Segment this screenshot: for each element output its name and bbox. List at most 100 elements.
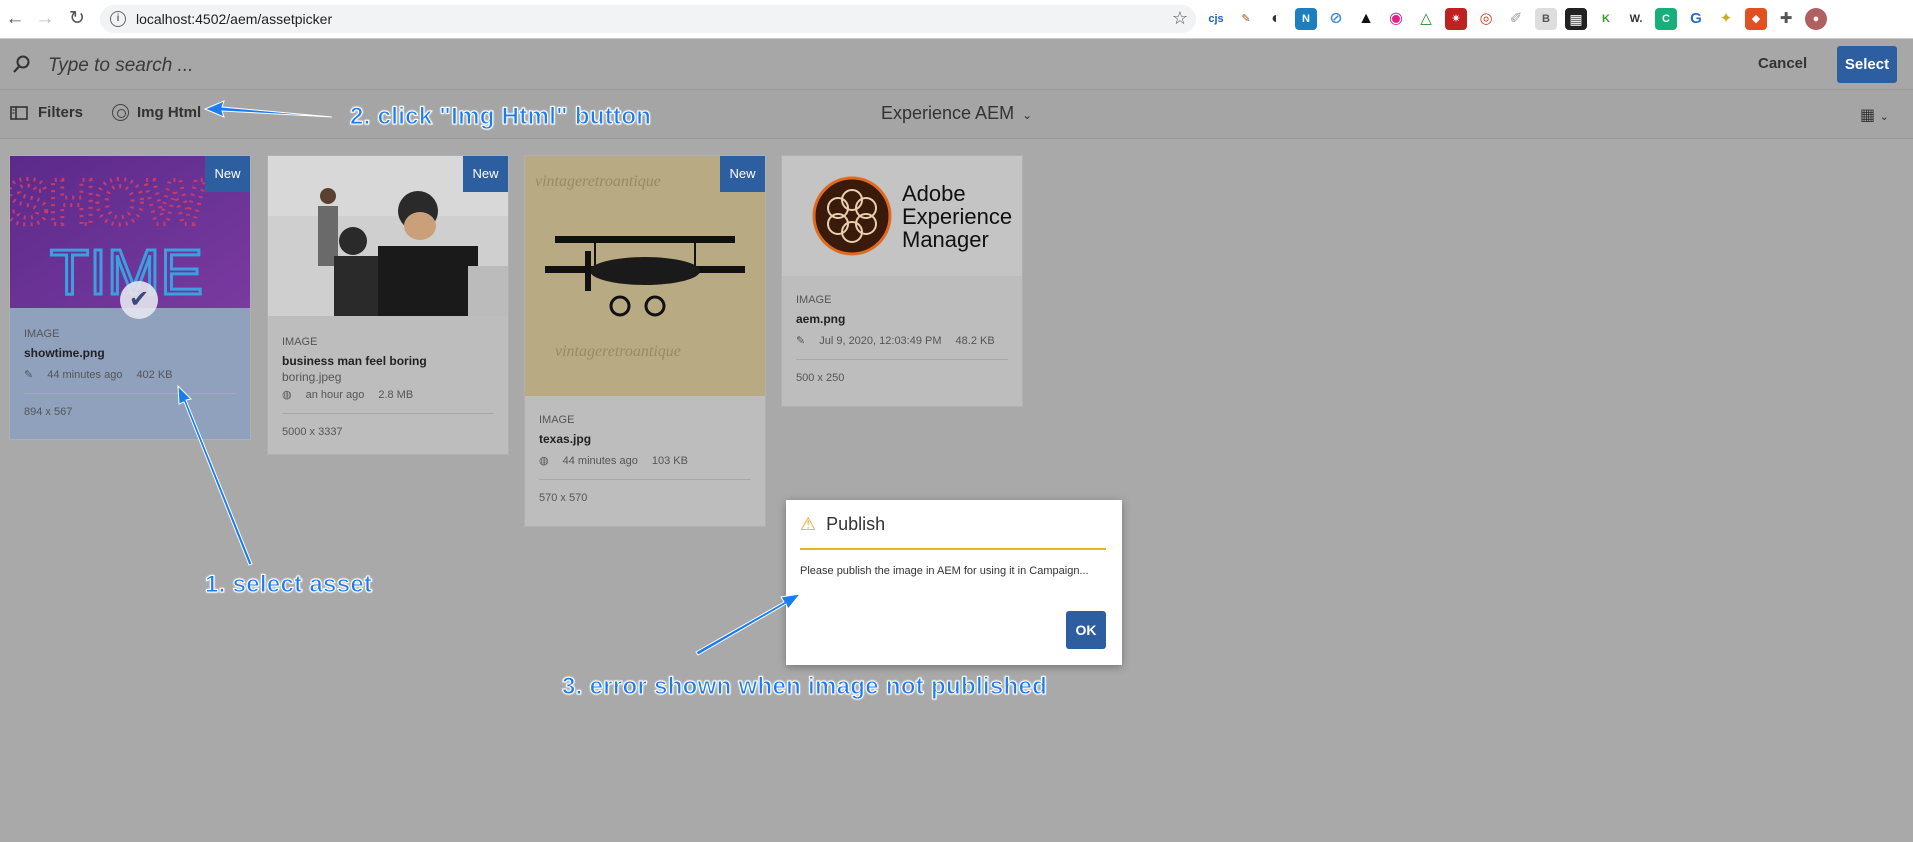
asset-modified: 44 minutes ago — [562, 454, 638, 467]
g-extension-icon[interactable]: G — [1685, 8, 1707, 30]
filters-button[interactable]: Filters — [10, 104, 83, 121]
asset-toolbar: Filters Img Html Experience AEM ⌄ ▦ ⌄ — [0, 90, 1913, 139]
asset-modified: Jul 9, 2020, 12:03:49 PM — [819, 334, 942, 347]
arrow-to-dialog — [695, 593, 802, 656]
svg-text:SHOW: SHOW — [10, 166, 206, 238]
url-text: localhost:4502/aem/assetpicker — [136, 11, 333, 27]
asset-dimensions: 570 x 570 — [539, 479, 751, 504]
forward-icon[interactable]: → — [34, 8, 56, 30]
n-extension-icon[interactable]: N — [1295, 8, 1317, 30]
asset-type: IMAGE — [796, 294, 832, 306]
logo-line: Manager — [902, 227, 989, 252]
search-input[interactable] — [46, 52, 850, 80]
reload-icon[interactable]: ↻ — [66, 8, 88, 30]
cjs-extension-icon[interactable]: cjs — [1205, 8, 1227, 30]
fox-extension-icon[interactable]: ◆ — [1745, 8, 1767, 30]
publish-dialog: ⚠ Publish Please publish the image in AE… — [786, 500, 1122, 665]
asset-dimensions: 500 x 250 — [796, 359, 1008, 384]
dialog-header: ⚠ Publish — [800, 514, 1106, 550]
hat-extension-icon[interactable]: ▲ — [1355, 8, 1377, 30]
svg-text:vintageretroantique: vintageretroantique — [535, 173, 661, 190]
b-extension-icon[interactable]: B — [1535, 8, 1557, 30]
search-icon — [13, 55, 30, 73]
asset-card-texas[interactable]: vintageretroantique vintageretroantique … — [524, 155, 766, 527]
asset-name: aem.png — [796, 312, 846, 326]
puzzle-extension-icon[interactable]: ✚ — [1775, 8, 1797, 30]
triangle-extension-icon[interactable]: △ — [1415, 8, 1437, 30]
pencil-icon: ✎ — [24, 369, 34, 381]
idea-extension-icon[interactable]: ✦ — [1715, 8, 1737, 30]
logo-line: Adobe — [902, 181, 966, 206]
asset-meta: IMAGE texas.jpg ◍ 44 minutes ago 103 KB … — [539, 414, 751, 504]
asset-info: ◍ an hour ago 2.8 MB — [282, 388, 494, 402]
asset-name: texas.jpg — [539, 432, 592, 446]
bookmark-star-icon[interactable]: ☆ — [1172, 8, 1188, 29]
img-html-label: Img Html — [137, 104, 202, 121]
w-extension-icon[interactable]: W. — [1625, 8, 1647, 30]
asset-type: IMAGE — [24, 328, 60, 340]
grid-extension-icon[interactable]: ▦ — [1565, 8, 1587, 30]
warning-icon: ⚠ — [800, 514, 817, 534]
select-button[interactable]: Select — [1837, 46, 1897, 83]
c-extension-icon[interactable]: C — [1655, 8, 1677, 30]
annotation-step3: 3. error shown when image not published — [561, 673, 1048, 701]
context-label: Experience AEM — [881, 103, 1015, 123]
back-icon[interactable]: ← — [4, 8, 26, 30]
pen-extension-icon[interactable]: ✎ — [1235, 8, 1257, 30]
asset-meta: IMAGE showtime.png ✎ 44 minutes ago 402 … — [24, 328, 236, 418]
asset-info: ✎ 44 minutes ago 402 KB — [24, 368, 236, 382]
circle-extension-icon[interactable]: ◐ — [1265, 8, 1287, 30]
new-badge: New — [720, 156, 765, 192]
asset-modified: 44 minutes ago — [47, 368, 123, 381]
dialog-message: Please publish the image in AEM for usin… — [800, 565, 1089, 577]
annotation-step2: 2. click "Img Html" button — [349, 103, 652, 131]
context-switcher[interactable]: Experience AEM ⌄ — [881, 103, 1032, 124]
info-icon[interactable]: i — [110, 11, 126, 27]
dialog-title: Publish — [826, 514, 886, 534]
asset-info: ◍ 44 minutes ago 103 KB — [539, 454, 751, 468]
svg-text:vintageretroantique: vintageretroantique — [555, 343, 681, 360]
avatar[interactable]: ● — [1805, 8, 1827, 30]
logo-line: Experience — [902, 204, 1013, 229]
record-extension-icon[interactable]: ◎ — [1475, 8, 1497, 30]
img-html-icon — [112, 104, 129, 121]
k-extension-icon[interactable]: K — [1595, 8, 1617, 30]
pen2-extension-icon[interactable]: ✐ — [1505, 8, 1527, 30]
new-badge: New — [463, 156, 508, 192]
checkmark-icon: ✔ — [120, 281, 158, 319]
grid-view-icon: ▦ — [1860, 107, 1876, 124]
asset-size: 2.8 MB — [378, 388, 414, 401]
browser-bar: ← → ↻ i localhost:4502/aem/assetpicker ☆… — [0, 0, 1913, 39]
cancel-button[interactable]: Cancel — [1758, 55, 1807, 72]
asset-type: IMAGE — [539, 414, 575, 426]
address-bar[interactable]: i localhost:4502/aem/assetpicker ☆ — [100, 5, 1196, 33]
asset-size: 48.2 KB — [955, 334, 995, 347]
asset-dimensions: 894 x 567 — [24, 393, 236, 418]
view-switcher[interactable]: ▦ ⌄ — [1860, 105, 1889, 125]
asset-modified: an hour ago — [305, 388, 365, 401]
asset-name: showtime.png — [24, 346, 105, 360]
shield-extension-icon[interactable]: ⊘ — [1325, 8, 1347, 30]
eye-extension-icon[interactable]: ◉ — [1385, 8, 1407, 30]
globe-icon: ◍ — [539, 455, 549, 467]
asset-size: 103 KB — [651, 454, 688, 467]
asset-card-boring[interactable]: New IMAGE business man feel boring borin… — [267, 155, 509, 455]
img-html-button[interactable]: Img Html — [112, 104, 201, 121]
asset-size: 402 KB — [136, 368, 173, 381]
globe-icon: ◍ — [282, 389, 292, 401]
asset-card-showtime[interactable]: SHOW TIME New ✔ IMAGE showtime.png ✎ 44 … — [9, 155, 251, 440]
asset-card-aem[interactable]: Adobe Experience Manager IMAGE aem.png ✎… — [781, 155, 1023, 407]
aem-logo-icon — [812, 176, 892, 256]
ok-button[interactable]: OK — [1066, 611, 1106, 649]
star-extension-icon[interactable]: ✷ — [1445, 8, 1467, 30]
asset-meta: IMAGE business man feel boring boring.jp… — [282, 336, 494, 438]
new-badge: New — [205, 156, 250, 192]
asset-info: ✎ Jul 9, 2020, 12:03:49 PM 48.2 KB — [796, 334, 1008, 348]
chevron-down-icon: ⌄ — [1022, 108, 1033, 122]
asset-search-bar: Cancel Select — [0, 39, 1913, 90]
pencil-icon: ✎ — [796, 335, 806, 347]
extensions-bar: cjs ✎ ◐ N ⊘ ▲ ◉ △ ✷ ◎ ✐ B ▦ K W. C G ✦ ◆… — [1205, 8, 1827, 30]
asset-filename: boring.jpeg — [282, 370, 342, 384]
asset-name: business man feel boring — [282, 354, 427, 368]
asset-dimensions: 5000 x 3337 — [282, 413, 494, 438]
